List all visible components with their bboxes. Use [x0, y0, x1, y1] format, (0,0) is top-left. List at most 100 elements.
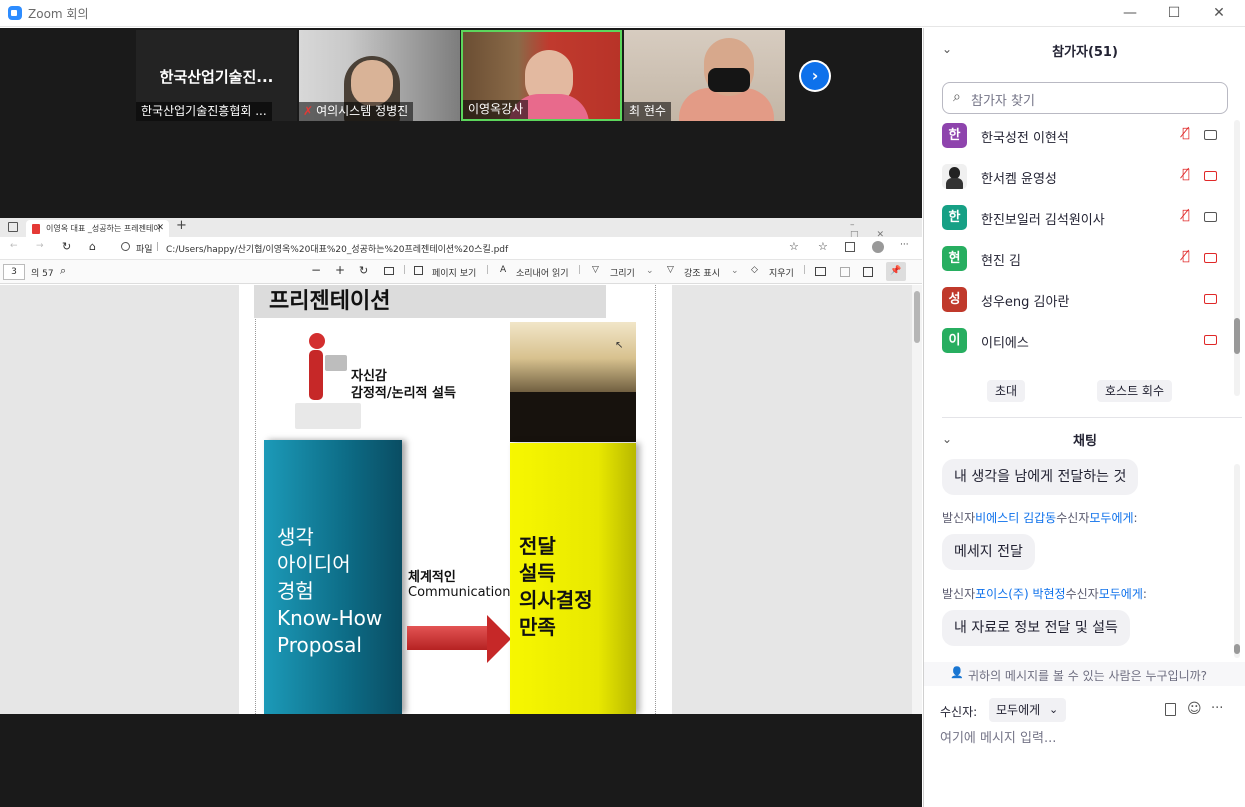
mic-muted-icon[interactable]: 🎙̸ — [1182, 167, 1190, 182]
idea-line: 아이디어 — [277, 552, 351, 576]
pin-toolbar-icon[interactable]: 📌 — [886, 262, 906, 281]
recipient-name[interactable]: 모두에게 — [1089, 511, 1133, 525]
scrollbar-thumb[interactable] — [914, 291, 920, 343]
highlight-button[interactable]: 강조 표시 — [684, 266, 720, 279]
emoji-icon[interactable]: ☺ — [1187, 701, 1202, 717]
participant-row[interactable]: 한서켐 윤영성 🎙̸ — [942, 156, 1232, 197]
new-tab-button[interactable]: + — [176, 218, 187, 233]
page-number-input[interactable]: 3 — [3, 264, 25, 280]
sender-name[interactable]: 비에스티 김갑동 — [975, 511, 1056, 525]
message-input[interactable]: 여기에 메시지 입력... — [940, 727, 1056, 746]
rotate-icon[interactable]: ↻ — [359, 264, 368, 277]
mic-muted-icon[interactable]: 🎙̸ — [1182, 126, 1190, 141]
chat-header: 채팅 — [1073, 434, 1097, 449]
participant-row[interactable]: 성 성우eng 김아란 — [942, 279, 1232, 320]
recipient-prefix: 수신자 — [1065, 587, 1099, 601]
page-view-icon — [414, 266, 423, 275]
recipient-dropdown[interactable]: 모두에게 ⌄ — [989, 698, 1067, 722]
save-icon[interactable] — [840, 267, 850, 277]
collections-icon[interactable] — [845, 242, 855, 252]
avatar: 현 — [942, 246, 967, 271]
save-as-icon[interactable] — [863, 267, 873, 277]
participant-row[interactable]: 한 한진보일러 김석원이사 🎙̸ — [942, 197, 1232, 238]
video-off-icon[interactable] — [1204, 171, 1217, 181]
chevron-down-icon: ⌄ — [1048, 703, 1059, 716]
favorite-icon[interactable]: ☆ — [789, 240, 799, 253]
page-view-button[interactable]: 페이지 보기 — [432, 266, 476, 279]
mouse-cursor-icon: ↖ — [615, 340, 624, 351]
separator: | — [486, 265, 490, 275]
chat-message: 내 생각을 남에게 전달하는 것 — [942, 459, 1139, 495]
chat-scrollbar[interactable] — [1234, 464, 1240, 658]
participant-scrollbar[interactable] — [1234, 120, 1240, 396]
chat-message: 내 자료로 정보 전달 및 설득 — [942, 610, 1130, 646]
sender-prefix: 발신자 — [942, 511, 976, 525]
participant-search-field[interactable]: ⌕ 참가자 찾기 — [942, 82, 1228, 114]
sender-name[interactable]: 포이스(주) 박현정 — [975, 587, 1065, 601]
maximize-button[interactable]: ☐ — [1151, 2, 1197, 24]
reclaim-host-button[interactable]: 호스트 회수 — [1097, 380, 1173, 402]
zoom-in-icon[interactable]: + — [335, 263, 345, 277]
more-icon[interactable]: ··· — [900, 240, 909, 250]
read-aloud-button[interactable]: 소리내어 읽기 — [516, 266, 569, 279]
minimize-button[interactable]: — — [1107, 2, 1153, 24]
search-icon[interactable]: ⌕ — [60, 264, 66, 278]
profile-icon[interactable] — [872, 241, 884, 253]
mic-muted-icon: ✗ — [303, 104, 314, 118]
divider — [942, 417, 1242, 418]
file-icon[interactable] — [1165, 703, 1176, 716]
file-scheme-label: 파일 — [136, 245, 153, 255]
outcome-box-text: 전달 설득 의사결정 만족 — [519, 533, 593, 641]
video-off-icon[interactable] — [1204, 335, 1217, 345]
zoom-out-icon[interactable]: − — [311, 263, 321, 277]
chevron-right-icon: › — [801, 62, 829, 90]
outcome-line: 설득 — [519, 561, 556, 585]
scrollbar-thumb[interactable] — [1234, 644, 1240, 654]
figure-head — [309, 333, 325, 349]
idea-line: Know-How — [277, 606, 383, 630]
video-tile[interactable]: 최 현수 — [624, 30, 785, 121]
recipient-name[interactable]: 모두에게 — [1099, 587, 1143, 601]
video-off-icon[interactable] — [1204, 294, 1217, 304]
zoom-logo-icon — [8, 6, 22, 20]
close-tab-icon[interactable]: ✕ — [156, 220, 164, 237]
forward-arrow-icon[interactable]: → — [36, 241, 44, 251]
podium — [325, 355, 347, 371]
participant-row[interactable]: 현 현진 김 🎙̸ — [942, 238, 1232, 279]
video-tile[interactable]: 한국산업기술진... 한국산업기술진흥협회 ... — [136, 30, 297, 121]
more-icon[interactable]: ··· — [1211, 701, 1223, 716]
title-bar: Zoom 회의 — ☐ ✕ — [0, 0, 1245, 27]
fit-page-icon[interactable] — [384, 267, 394, 275]
draw-button[interactable]: 그리기 — [610, 266, 635, 279]
invite-button[interactable]: 초대 — [987, 380, 1026, 402]
scrollbar-thumb[interactable] — [1234, 318, 1240, 354]
home-icon[interactable]: ⌂ — [89, 240, 96, 253]
gallery-next-button[interactable]: › — [799, 60, 831, 92]
erase-button[interactable]: 지우기 — [769, 266, 794, 279]
print-icon[interactable] — [815, 267, 826, 276]
refresh-icon[interactable]: ↻ — [62, 240, 71, 253]
info-icon[interactable] — [121, 242, 130, 251]
side-panel: ⌄ 참가자(51) ⌕ 참가자 찾기 한 한국성전 이현석 🎙̸ 한서켐 윤영성… — [923, 28, 1245, 807]
video-on-icon[interactable] — [1204, 130, 1217, 140]
mic-muted-icon[interactable]: 🎙̸ — [1182, 208, 1190, 223]
pdf-scrollbar[interactable] — [912, 285, 922, 714]
participant-row[interactable]: 이 이티에스 — [942, 320, 1232, 361]
visibility-note-bar[interactable]: 👤 귀하의 메시지를 볼 수 있는 사람은 누구입니까? — [924, 662, 1245, 686]
mic-muted-icon[interactable]: 🎙̸ — [1182, 249, 1190, 264]
close-button[interactable]: ✕ — [1196, 2, 1242, 24]
video-tile[interactable]: ✗ 여의시스템 정병진 — [299, 30, 460, 121]
avatar: 한 — [942, 123, 967, 148]
url-text[interactable]: C:/Users/happy/산기협/이영옥%20대표%20_성공하는%20프레… — [166, 242, 508, 255]
address-bar: ← → ↻ ⌂ 파일 | C:/Users/happy/산기협/이영옥%20대표… — [0, 237, 922, 260]
video-off-icon[interactable] — [1204, 253, 1217, 263]
video-on-icon[interactable] — [1204, 212, 1217, 222]
favorites-bar-icon[interactable]: ☆ — [818, 240, 828, 253]
highlight-dropdown-icon[interactable]: ⌄ — [731, 266, 739, 276]
video-tile-active-speaker[interactable]: 이영옥강사 — [461, 30, 622, 121]
tab-actions-icon[interactable] — [8, 222, 18, 232]
participant-row[interactable]: 한 한국성전 이현석 🎙̸ — [942, 115, 1232, 156]
draw-dropdown-icon[interactable]: ⌄ — [646, 266, 654, 276]
back-arrow-icon[interactable]: ← — [10, 241, 18, 251]
browser-tab[interactable]: 이영옥 대표 _성공하는 프레젠테이 ✕ — [26, 220, 169, 237]
